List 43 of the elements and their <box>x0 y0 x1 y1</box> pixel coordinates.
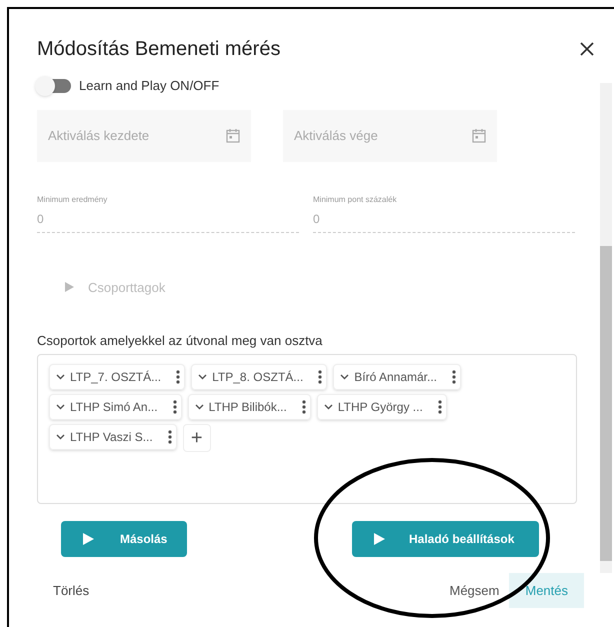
dialog-title: Módosítás Bemeneti mérés <box>37 37 280 62</box>
chevron-down-icon[interactable] <box>198 374 208 380</box>
field-label: Minimum pont százalék <box>313 194 398 206</box>
group-chip[interactable]: LTHP György ... <box>316 394 447 420</box>
chevron-down-icon[interactable] <box>324 404 333 410</box>
play-icon <box>374 532 385 544</box>
chip-label: Bíró Annamár... <box>354 368 437 386</box>
chevron-down-icon[interactable] <box>340 374 350 380</box>
delete-button[interactable]: Törlés <box>53 580 90 600</box>
chevron-down-icon[interactable] <box>56 374 65 380</box>
more-vertical-icon[interactable] <box>176 370 180 384</box>
scrollbar[interactable] <box>600 83 612 573</box>
chip-label: LTP_8. OSZTÁ... <box>212 368 304 386</box>
group-chip[interactable]: LTP_8. OSZTÁ... <box>191 364 328 390</box>
toggle-label: Learn and Play ON/OFF <box>79 77 220 95</box>
cancel-button[interactable]: Mégsem <box>450 580 500 600</box>
close-icon[interactable] <box>580 42 594 56</box>
chip-label: LTP_7. OSZTÁ... <box>70 368 162 386</box>
toggle-switch[interactable] <box>37 78 71 93</box>
group-chip[interactable]: LTHP Vaszi S... <box>49 424 177 450</box>
chip-label: LTHP György ... <box>338 398 423 416</box>
chip-label: LTHP Bilibók... <box>208 398 287 416</box>
more-vertical-icon[interactable] <box>302 400 306 414</box>
group-chip[interactable]: LTHP Simó An... <box>49 394 182 420</box>
chevron-down-icon[interactable] <box>194 404 204 410</box>
more-vertical-icon[interactable] <box>438 400 442 414</box>
more-vertical-icon[interactable] <box>168 430 172 444</box>
chevron-down-icon[interactable] <box>56 434 65 440</box>
groups-heading: Csoportok amelyekkel az útvonal meg van osztva <box>37 332 324 350</box>
add-button[interactable]: + <box>182 424 211 452</box>
more-vertical-icon[interactable] <box>452 370 456 384</box>
group-chip[interactable]: LTP_7. OSZTÁ... <box>49 364 186 390</box>
more-vertical-icon[interactable] <box>172 400 177 414</box>
play-icon <box>65 282 74 292</box>
group-chip[interactable]: LTHP Bilibók... <box>188 394 311 420</box>
group-chip[interactable]: Bíró Annamár... <box>333 364 461 390</box>
scrollbar-thumb[interactable] <box>600 246 612 561</box>
field-label: Minimum eredmény <box>37 194 108 206</box>
play-icon <box>83 532 94 544</box>
chevron-down-icon[interactable] <box>56 404 65 410</box>
chip-label: LTHP Simó An... <box>70 398 158 416</box>
more-vertical-icon[interactable] <box>318 370 322 384</box>
chip-label: LTHP Vaszi S... <box>70 428 153 446</box>
